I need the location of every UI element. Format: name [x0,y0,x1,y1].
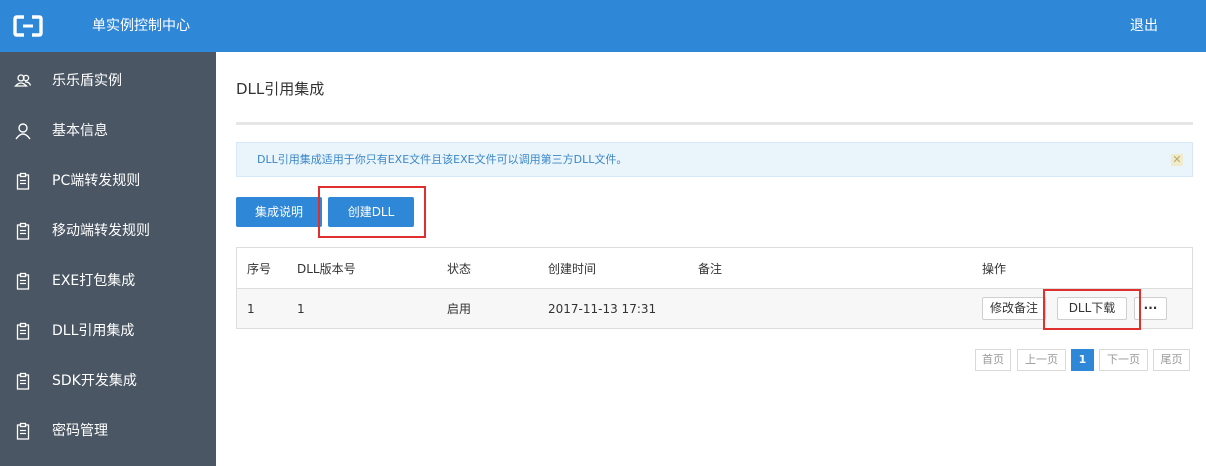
integration-guide-button[interactable]: 集成说明 [236,197,322,227]
sidebar-item-exe-integration[interactable]: EXE打包集成 [0,256,216,306]
column-header: 操作 [982,262,1007,276]
users-icon [14,74,32,87]
pager-next[interactable]: 下一页 [1099,349,1148,371]
pager-current-page[interactable]: 1 [1071,349,1094,371]
sidebar-item-mobile-rules[interactable]: 移动端转发规则 [0,206,216,256]
sidebar-item-label: EXE打包集成 [52,273,136,289]
table-header: 序号 DLL版本号 状态 创建时间 备注 操作 [237,248,1192,289]
title-divider [236,122,1193,125]
sidebar-item-label: 移动端转发规则 [52,223,150,239]
column-header: DLL版本号 [297,262,356,276]
sidebar: 乐乐盾实例 基本信息 PC端转发规则 移动端转发规则 EXE打包集成 DLL引用… [0,52,216,466]
clipboard-icon [16,222,30,240]
sidebar-item-label: 密码管理 [52,423,108,439]
row-index: 1 [247,302,255,316]
clipboard-icon [16,422,30,440]
app-title: 单实例控制中心 [92,18,190,34]
clipboard-icon [16,372,30,390]
close-icon[interactable]: ✕ [1171,154,1183,166]
pager-prev[interactable]: 上一页 [1017,349,1066,371]
clipboard-icon [16,172,30,190]
notice-text: DLL引用集成适用于你只有EXE文件且该EXE文件可以调用第三方DLL文件。 [257,153,628,166]
dll-table: 序号 DLL版本号 状态 创建时间 备注 操作 1 1 启用 2017-11-1… [236,247,1193,329]
sidebar-item-password[interactable]: 密码管理 [0,406,216,456]
sidebar-item-instance[interactable]: 乐乐盾实例 [0,56,216,106]
user-icon [15,123,31,140]
clipboard-icon [16,322,30,340]
sidebar-item-label: 基本信息 [52,123,108,139]
sidebar-item-label: DLL引用集成 [52,323,135,339]
column-header: 状态 [447,262,472,276]
sidebar-item-pc-rules[interactable]: PC端转发规则 [0,156,216,206]
sidebar-item-label: PC端转发规则 [52,173,141,189]
info-notice: DLL引用集成适用于你只有EXE文件且该EXE文件可以调用第三方DLL文件。 ✕ [236,142,1193,177]
pager-first[interactable]: 首页 [975,349,1011,371]
row-version: 1 [297,302,305,316]
sidebar-item-dll-integration[interactable]: DLL引用集成 [0,306,216,356]
more-actions-button[interactable]: ··· [1134,297,1167,320]
aliyun-bracket-logo-icon[interactable] [13,15,43,37]
sidebar-item-label: SDK开发集成 [52,373,137,389]
edit-remark-button[interactable]: 修改备注 [982,297,1046,320]
page-title: DLL引用集成 [236,80,325,98]
dll-download-button[interactable]: DLL下载 [1057,297,1127,320]
clipboard-icon [16,272,30,290]
logout-link[interactable]: 退出 [1130,17,1158,35]
sidebar-item-sdk-integration[interactable]: SDK开发集成 [0,356,216,406]
row-status: 启用 [447,302,472,316]
row-created-time: 2017-11-13 17:31 [548,302,657,316]
sidebar-item-label: 乐乐盾实例 [52,73,122,89]
column-header: 创建时间 [548,262,597,276]
pager-last[interactable]: 尾页 [1153,349,1190,371]
sidebar-item-basic-info[interactable]: 基本信息 [0,106,216,156]
table-row: 1 1 启用 2017-11-13 17:31 修改备注 DLL下载 ··· [237,289,1192,328]
column-header: 备注 [698,262,723,276]
column-header: 序号 [247,262,272,276]
top-bar: 单实例控制中心 退出 [0,0,1206,52]
create-dll-button[interactable]: 创建DLL [328,197,414,227]
